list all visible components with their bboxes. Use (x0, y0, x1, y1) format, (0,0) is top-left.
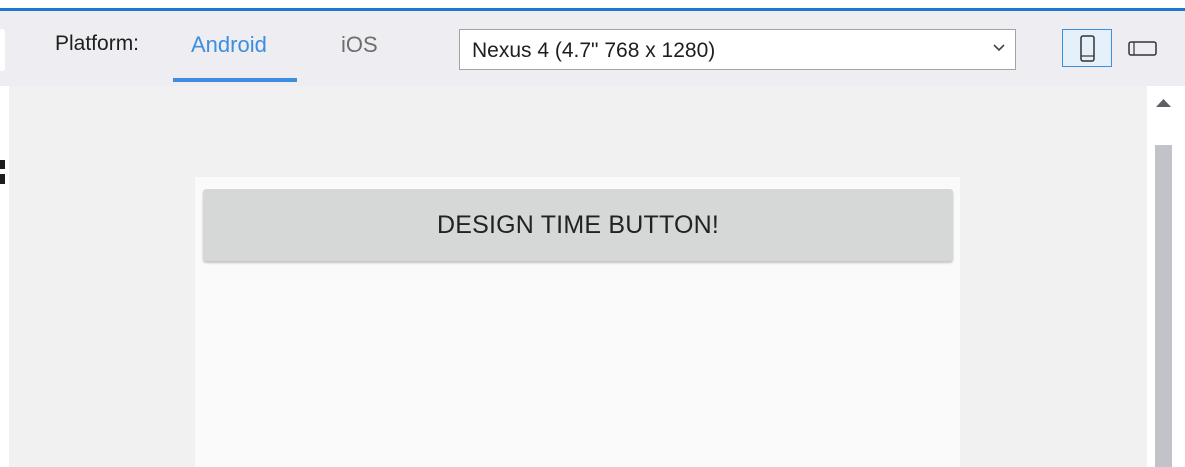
tab-ios[interactable]: iOS (341, 32, 378, 58)
design-time-button[interactable]: DESIGN TIME BUTTON! (203, 189, 953, 261)
device-screen: DESIGN TIME BUTTON! (195, 177, 960, 467)
right-edge (1178, 86, 1185, 467)
tab-android[interactable]: Android (191, 32, 267, 58)
left-panel-marker (0, 160, 5, 184)
device-select[interactable]: Nexus 4 (4.7" 768 x 1280) (459, 29, 1016, 70)
tab-selected-indicator (173, 78, 297, 82)
phone-portrait-icon (1080, 35, 1095, 62)
phone-landscape-icon (1128, 41, 1157, 56)
portrait-orientation-button[interactable] (1062, 29, 1112, 67)
landscape-orientation-button[interactable] (1118, 29, 1168, 67)
platform-label: Platform: (55, 32, 140, 55)
left-panel-edge (0, 29, 5, 71)
chevron-down-icon (993, 44, 1005, 52)
scrollbar-thumb[interactable] (1155, 145, 1172, 467)
scroll-up-arrow-icon[interactable] (1155, 96, 1172, 110)
left-panel-strip (0, 86, 9, 467)
device-select-value: Nexus 4 (4.7" 768 x 1280) (472, 39, 716, 62)
